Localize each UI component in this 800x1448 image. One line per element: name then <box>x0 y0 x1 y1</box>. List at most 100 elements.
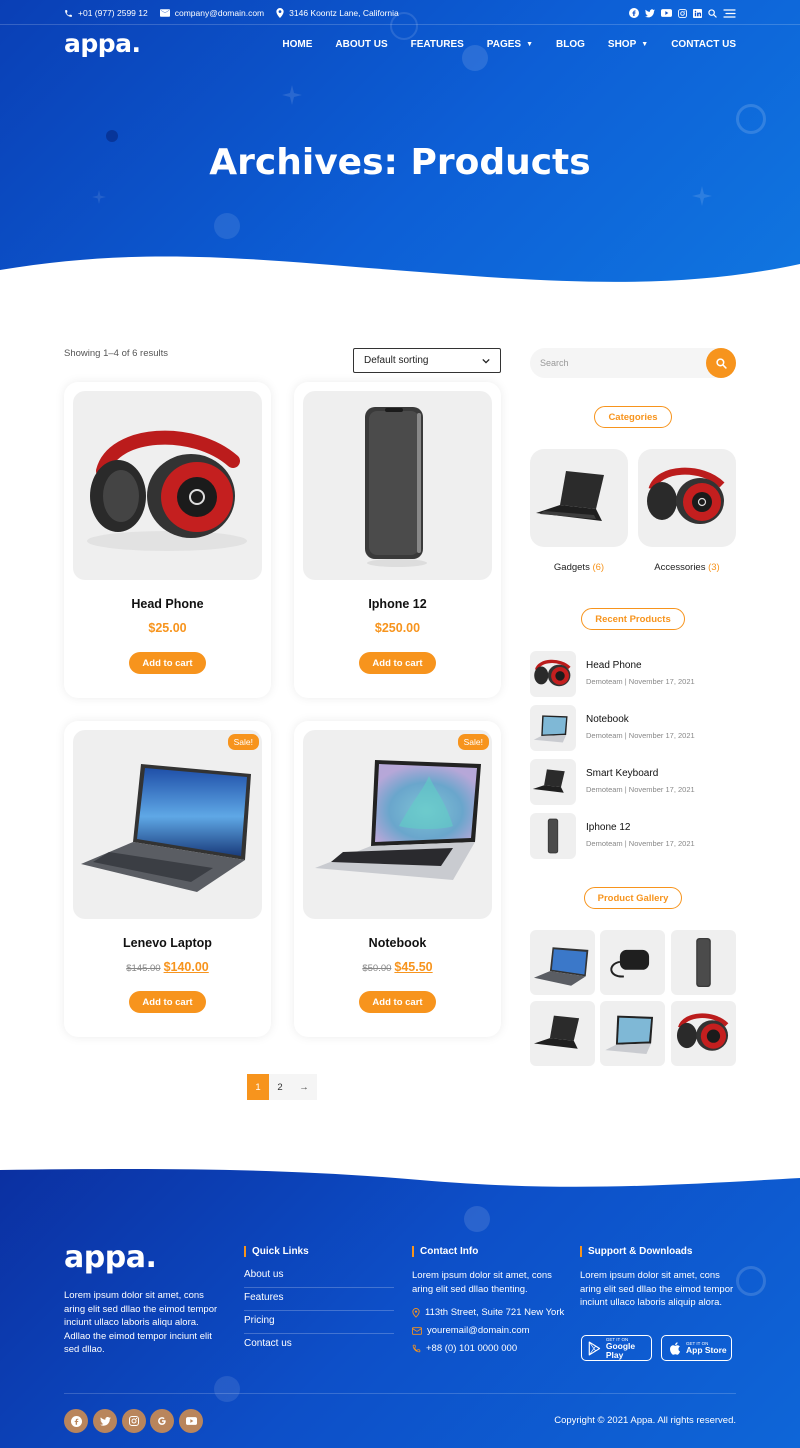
nav-shop[interactable]: SHOP ▼ <box>608 39 648 50</box>
category-image-accessories[interactable] <box>638 449 736 547</box>
add-to-cart-button[interactable]: Add to cart <box>359 652 436 674</box>
nav-shop-label: SHOP <box>607 39 637 50</box>
recent-title[interactable]: Notebook <box>586 714 629 725</box>
quick-link-pricing[interactable]: Pricing <box>244 1315 394 1334</box>
product-image[interactable] <box>73 391 262 580</box>
site-logo[interactable]: appa. <box>64 29 141 58</box>
search-icon[interactable] <box>708 8 717 18</box>
nav-features[interactable]: FEATURES <box>411 39 464 50</box>
product-card[interactable]: Sale! Lenevo Laptop $145.00 $140.00 Add t… <box>64 721 271 1037</box>
topbar-address: 3146 Koontz Lane, California <box>276 8 399 18</box>
app-store-button[interactable]: GET IT ON App Store <box>661 1335 732 1361</box>
add-to-cart-button[interactable]: Add to cart <box>359 991 436 1013</box>
quick-link-contact[interactable]: Contact us <box>244 1338 394 1356</box>
recent-meta: Demoteam | November 17, 2021 <box>586 677 695 686</box>
product-image[interactable] <box>303 730 492 919</box>
add-to-cart-button[interactable]: Add to cart <box>129 652 206 674</box>
search-input[interactable]: Search <box>540 348 569 378</box>
gallery-item[interactable] <box>600 930 665 995</box>
gallery-item[interactable] <box>530 1001 595 1066</box>
recent-thumb[interactable] <box>530 651 576 697</box>
recent-thumb[interactable] <box>530 759 576 805</box>
current-price: $25.00 <box>148 621 187 635</box>
product-price: $25.00 <box>64 621 271 635</box>
hero-wave <box>0 256 800 310</box>
recent-thumb[interactable] <box>530 705 576 751</box>
footer-instagram-button[interactable] <box>122 1409 146 1433</box>
nav-blog[interactable]: BLOG <box>556 39 585 50</box>
product-card[interactable]: Iphone 12 $250.00 Add to cart <box>294 382 501 698</box>
recent-thumb[interactable] <box>530 813 576 859</box>
category-count: (6) <box>592 562 605 573</box>
google-icon <box>158 1417 166 1425</box>
nav-about[interactable]: ABOUT US <box>335 39 387 50</box>
category-image-gadgets[interactable] <box>530 449 628 547</box>
contact-email[interactable]: youremail@domain.com <box>412 1325 530 1336</box>
product-name[interactable]: Iphone 12 <box>294 597 501 611</box>
google-play-label: Google Play <box>605 1340 636 1360</box>
mail-icon <box>159 9 170 17</box>
search-button[interactable] <box>706 348 736 378</box>
keyboard-image <box>536 471 604 521</box>
category-label-accessories[interactable]: Accessories (3) <box>638 562 736 573</box>
recent-title[interactable]: Head Phone <box>586 660 642 671</box>
twitter-icon[interactable] <box>645 8 655 18</box>
nav-home[interactable]: HOME <box>282 39 312 50</box>
product-card[interactable]: Sale! Notebook $50.00 $45.50 Add to cart <box>294 721 501 1037</box>
page-2[interactable]: 2 <box>269 1074 291 1100</box>
quick-link-about[interactable]: About us <box>244 1269 394 1288</box>
sparkle-decor <box>92 190 106 204</box>
footer-youtube-button[interactable] <box>179 1409 203 1433</box>
headphone-thumb <box>676 1013 729 1051</box>
quick-link-features[interactable]: Features <box>244 1292 394 1311</box>
menu-icon[interactable] <box>723 8 736 18</box>
laptop-thumb <box>533 947 589 986</box>
topbar-email[interactable]: company@domain.com <box>159 8 264 18</box>
old-price: $145.00 <box>126 963 161 974</box>
sale-badge: Sale! <box>457 734 489 750</box>
contact-phone[interactable]: +88 (0) 101 0000 000 <box>412 1343 517 1354</box>
footer-twitter-button[interactable] <box>93 1409 117 1433</box>
gallery-item[interactable] <box>671 1001 736 1066</box>
product-name[interactable]: Head Phone <box>64 597 271 611</box>
keyboard-thumb <box>533 1015 580 1049</box>
youtube-icon[interactable] <box>661 9 672 17</box>
nav-contact[interactable]: CONTACT US <box>671 39 736 50</box>
category-label-gadgets[interactable]: Gadgets (6) <box>530 562 628 573</box>
sparkle-decor <box>692 186 712 206</box>
gallery-item[interactable] <box>600 1001 665 1066</box>
facebook-icon <box>70 1415 82 1427</box>
search-icon <box>715 357 727 369</box>
topbar-phone[interactable]: +01 (977) 2599 12 <box>64 8 148 18</box>
recent-products-heading: Recent Products <box>581 608 685 630</box>
sorting-select[interactable]: Default sorting <box>353 348 501 373</box>
category-name: Gadgets <box>553 562 590 573</box>
footer-google-button[interactable] <box>150 1409 174 1433</box>
smartphone-thumb <box>547 818 559 854</box>
google-play-button[interactable]: GET IT ON Google Play <box>581 1335 652 1361</box>
recent-meta: Demoteam | November 17, 2021 <box>586 785 695 794</box>
recent-title[interactable]: Smart Keyboard <box>586 768 658 779</box>
instagram-icon[interactable] <box>678 8 687 18</box>
product-card[interactable]: Head Phone $25.00 Add to cart <box>64 382 271 698</box>
page-1[interactable]: 1 <box>247 1074 269 1100</box>
footer-logo[interactable]: appa. <box>64 1240 157 1275</box>
product-name[interactable]: Lenevo Laptop <box>64 936 271 950</box>
add-to-cart-button[interactable]: Add to cart <box>129 991 206 1013</box>
product-image[interactable] <box>73 730 262 919</box>
pagination: 1 2 → <box>247 1074 317 1100</box>
nav-pages-label: PAGES <box>486 39 522 50</box>
nav-pages[interactable]: PAGES ▼ <box>487 39 533 50</box>
contact-info-heading: Contact Info <box>412 1246 478 1257</box>
gallery-item[interactable] <box>671 930 736 995</box>
smartphone-thumb <box>696 937 711 988</box>
recent-title[interactable]: Iphone 12 <box>586 822 631 833</box>
footer-facebook-button[interactable] <box>64 1409 88 1433</box>
linkedin-icon[interactable] <box>693 8 702 18</box>
gallery-item[interactable] <box>530 930 595 995</box>
next-page-arrow[interactable]: → <box>291 1074 317 1100</box>
product-image[interactable] <box>303 391 492 580</box>
facebook-icon[interactable] <box>629 8 639 18</box>
recent-meta: Demoteam | November 17, 2021 <box>586 839 695 848</box>
product-name[interactable]: Notebook <box>294 936 501 950</box>
